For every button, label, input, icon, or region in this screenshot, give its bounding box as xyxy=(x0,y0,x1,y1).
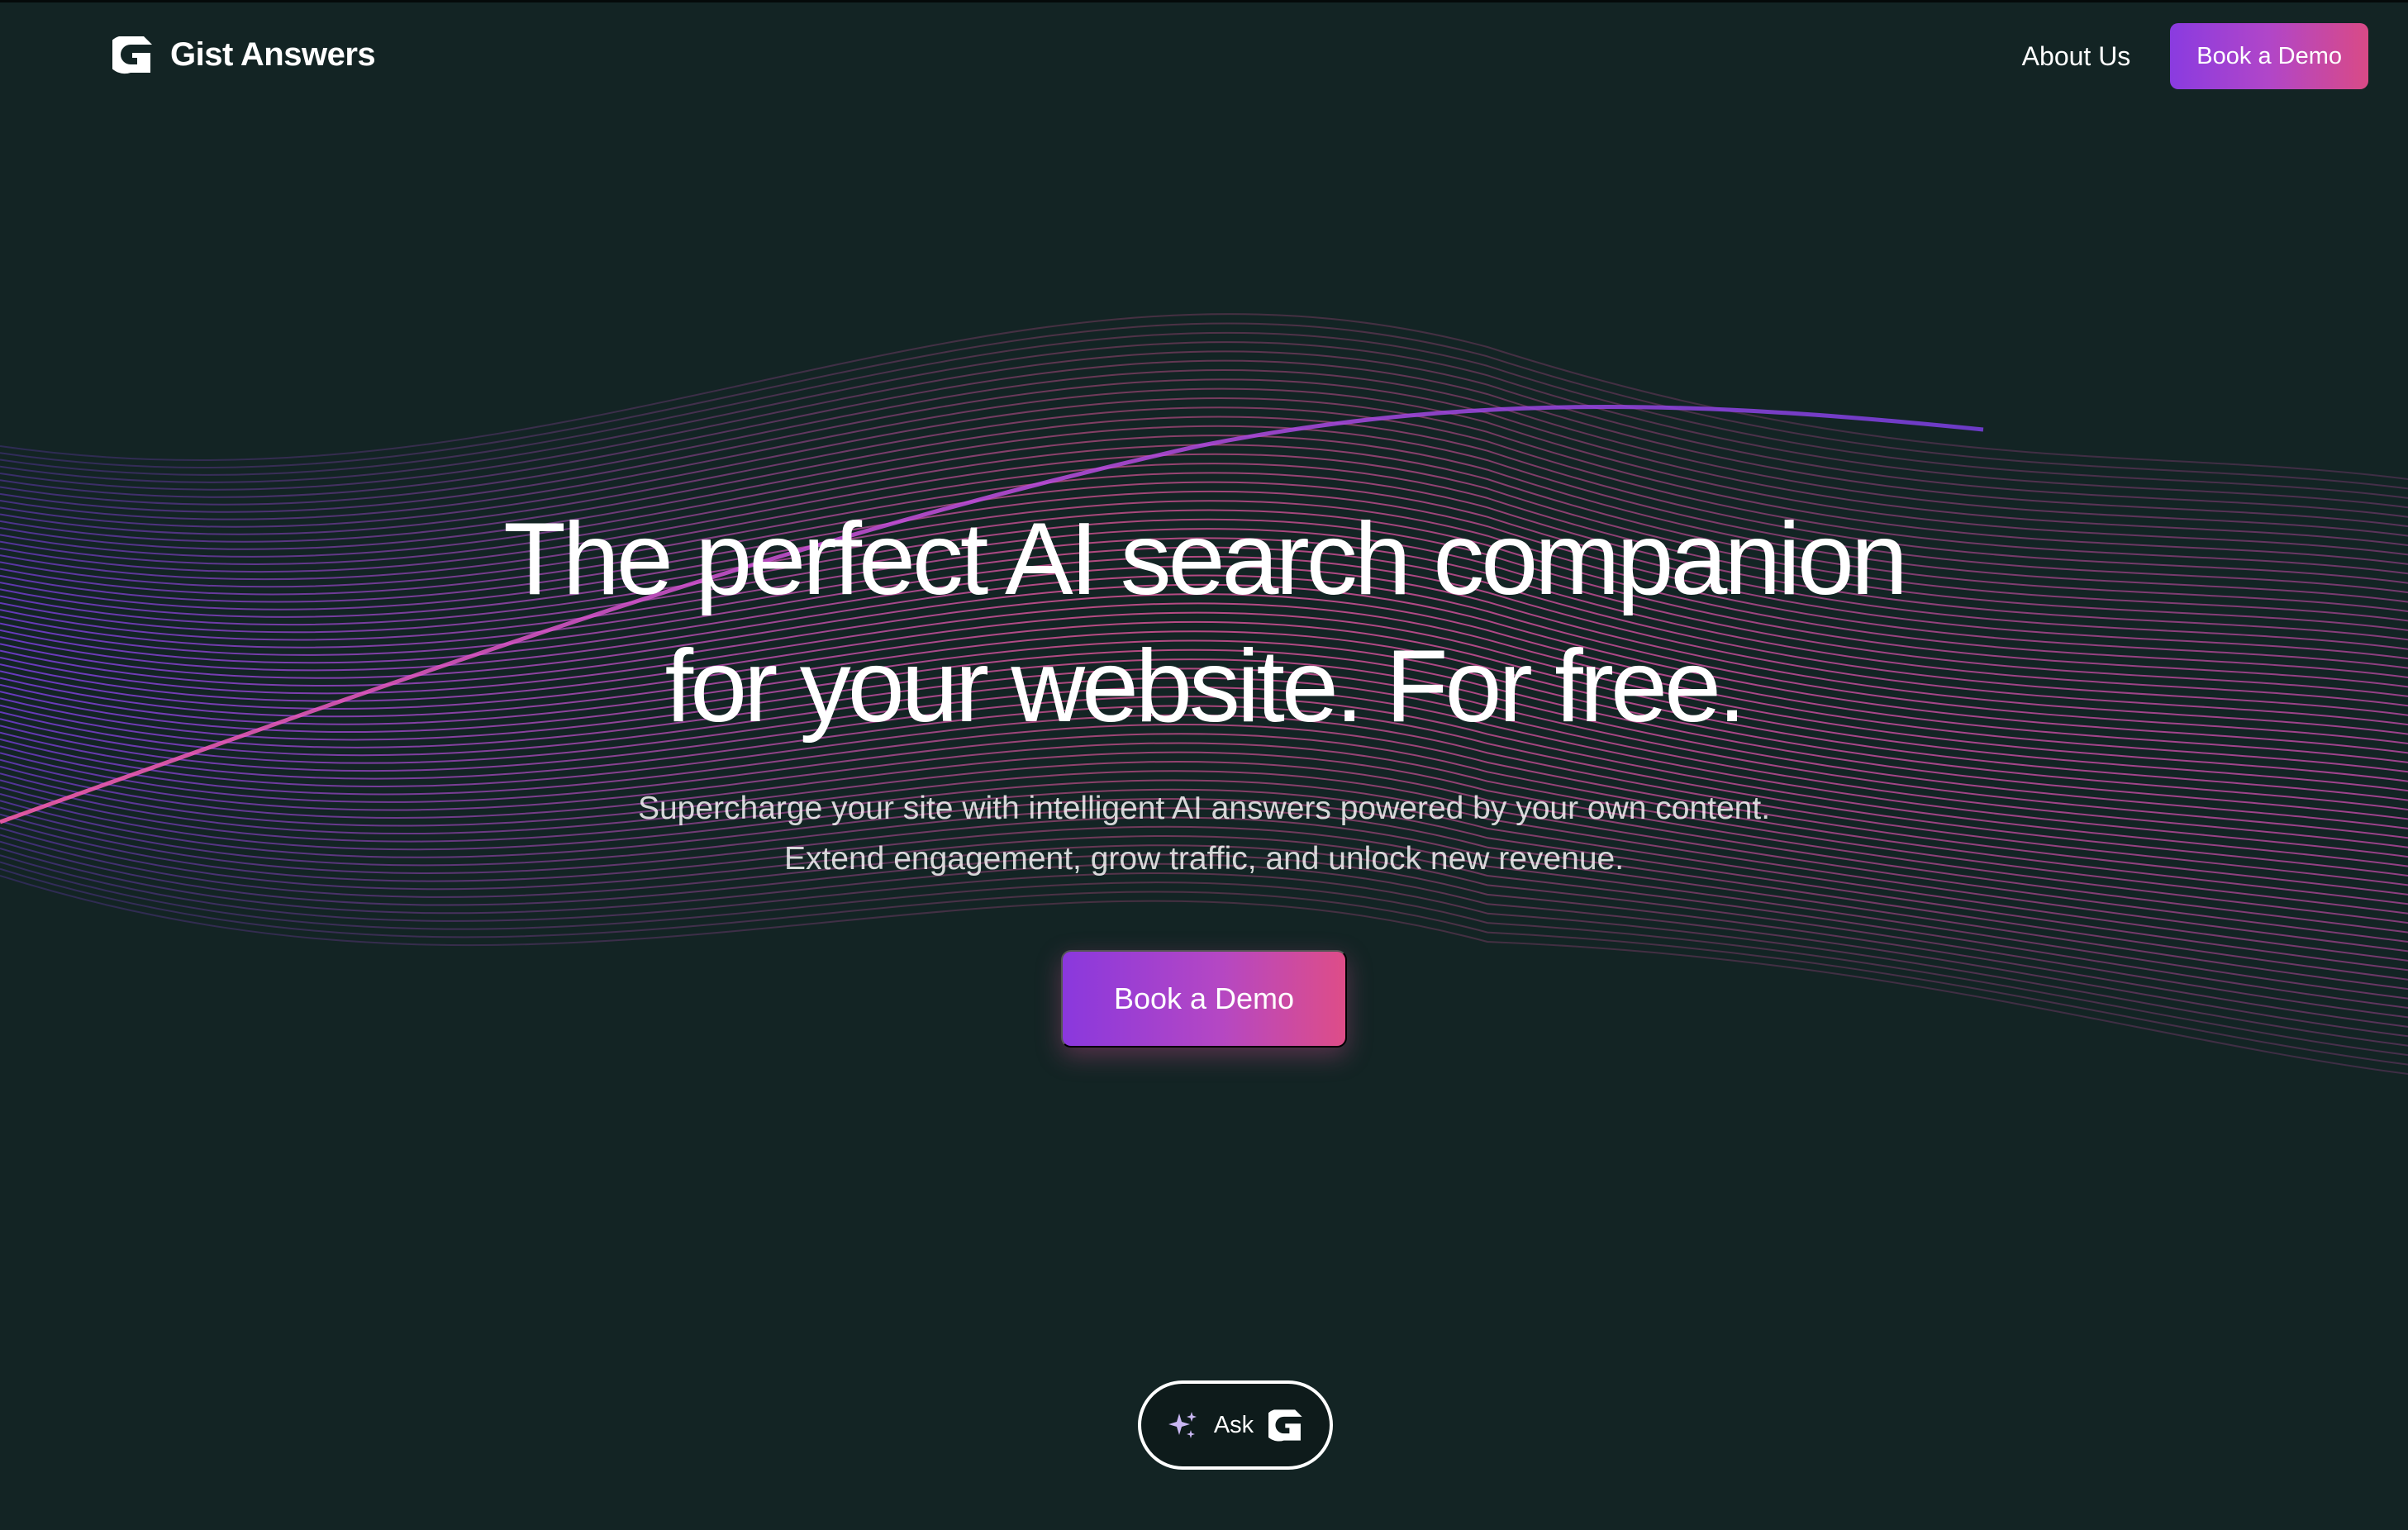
header-book-demo-button[interactable]: Book a Demo xyxy=(2170,23,2368,89)
hero-book-demo-button[interactable]: Book a Demo xyxy=(1061,950,1347,1048)
hero-title-line-2: for your website. For free. xyxy=(664,630,1747,744)
sparkle-icon xyxy=(1168,1412,1197,1438)
brand-logo[interactable]: Gist Answers xyxy=(112,33,376,76)
hero-cta-wrapper: Book a Demo xyxy=(0,950,2408,1048)
gist-g-logo-icon xyxy=(112,36,152,74)
hero-title: The perfect AI search companion for your… xyxy=(378,496,2030,750)
brand-name: Gist Answers xyxy=(170,36,376,73)
site-header: Gist Answers About Us Book a Demo xyxy=(0,0,2408,112)
nav-about-us-link[interactable]: About Us xyxy=(2022,41,2131,72)
hero-title-line-1: The perfect AI search companion xyxy=(503,502,1908,616)
hero-subtitle-line-1: Supercharge your site with intelligent A… xyxy=(637,791,1771,826)
hero-section: The perfect AI search companion for your… xyxy=(0,496,2408,1048)
ask-widget-button[interactable]: Ask xyxy=(1138,1380,1333,1470)
hero-subtitle: Supercharge your site with intelligent A… xyxy=(543,783,1865,884)
hero-subtitle-line-2: Extend engagement, grow traffic, and unl… xyxy=(783,841,1625,877)
ask-label: Ask xyxy=(1213,1411,1254,1438)
gist-g-logo-icon xyxy=(1268,1409,1302,1442)
top-nav: About Us Book a Demo xyxy=(2022,23,2368,89)
